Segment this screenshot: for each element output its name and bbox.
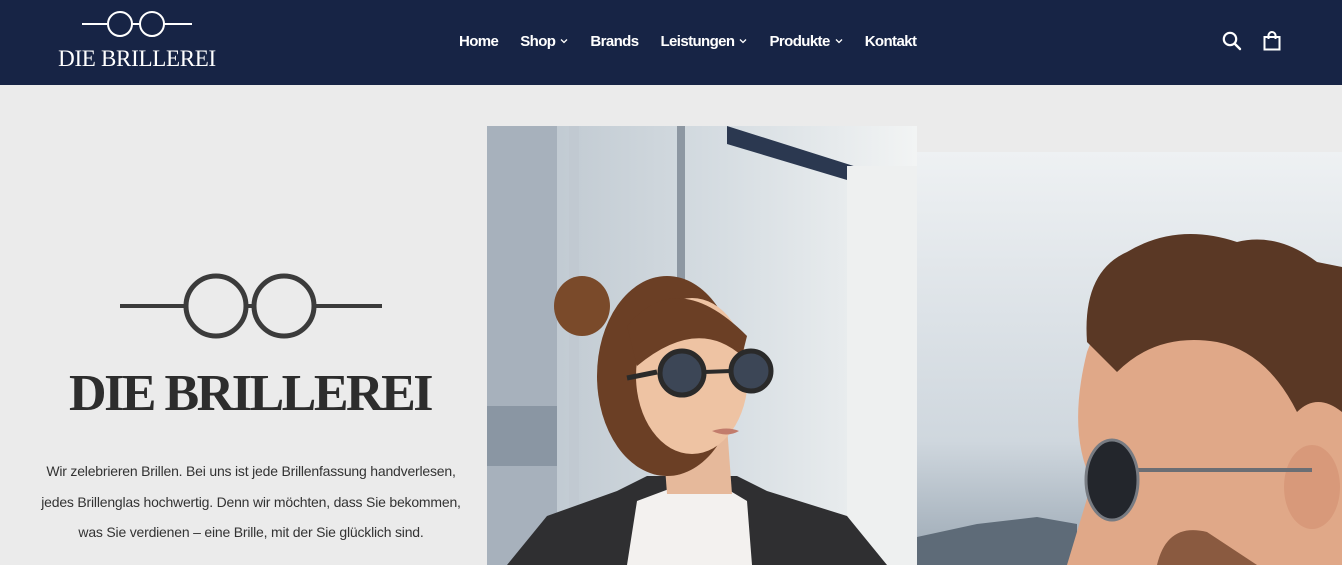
hero-text-line: Wir zelebrieren Brillen. Bei uns ist jed… xyxy=(46,463,456,479)
hero-description: Wir zelebrieren Brillen. Bei uns ist jed… xyxy=(30,456,472,548)
search-icon[interactable] xyxy=(1221,30,1243,52)
chevron-down-icon xyxy=(835,38,843,44)
chevron-down-icon xyxy=(560,38,568,44)
nav-produkte[interactable]: Produkte xyxy=(769,32,843,50)
hero-text-line: was Sie verdienen – eine Brille, mit der… xyxy=(78,524,424,540)
nav-label: Kontakt xyxy=(864,32,917,50)
shopping-bag-icon[interactable] xyxy=(1261,30,1283,52)
nav-brands[interactable]: Brands xyxy=(590,32,639,50)
hero-image-man xyxy=(917,152,1342,565)
hero-image-woman xyxy=(487,126,917,565)
brand-name: DIE BRILLEREI xyxy=(58,46,216,71)
brand-logo[interactable]: DIE BRILLEREI xyxy=(54,10,220,72)
nav-label: Produkte xyxy=(769,32,830,50)
nav-label: Shop xyxy=(520,32,556,50)
nav-label: Leistungen xyxy=(660,32,735,50)
nav-kontakt[interactable]: Kontakt xyxy=(865,33,917,50)
hero-text-line: jedes Brillenglas hochwertig. Denn wir m… xyxy=(41,493,461,510)
nav-label: Brands xyxy=(590,32,639,50)
nav-leistungen[interactable]: Leistungen xyxy=(660,33,747,50)
chevron-down-icon xyxy=(739,38,747,44)
hero-title: DIE BRILLEREI xyxy=(69,365,433,422)
glasses-icon xyxy=(82,11,192,37)
glasses-icon xyxy=(118,272,384,342)
nav-shop[interactable]: Shop xyxy=(520,33,568,50)
nav-home[interactable]: Home xyxy=(459,32,499,50)
main-nav: Home Shop Brands Leistungen Produkte Kon… xyxy=(459,31,917,51)
site-header: DIE BRILLEREI Home Shop Brands Leistunge… xyxy=(0,0,1342,85)
nav-label: Home xyxy=(459,32,499,50)
